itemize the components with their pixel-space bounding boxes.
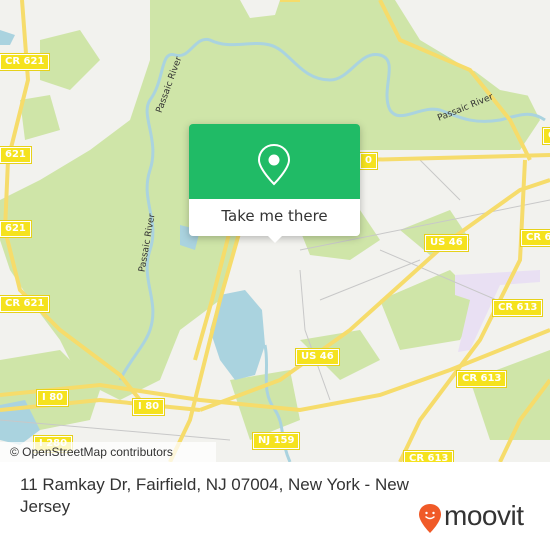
road-shield: I 80 — [131, 398, 166, 416]
road-shield: CR 613 — [455, 370, 508, 388]
moovit-pin-icon — [419, 504, 441, 533]
take-me-there-button[interactable]: Take me there — [189, 199, 360, 236]
road-shield: CR 621 — [0, 53, 51, 71]
address-text: 11 Ramkay Dr, Fairfield, NJ 07004, New Y… — [20, 475, 409, 516]
lake — [0, 30, 15, 45]
road-shield: 621 — [0, 220, 32, 238]
popup-pointer — [267, 235, 283, 243]
map-attribution[interactable]: © OpenStreetMap contributors — [0, 442, 216, 462]
road-shield: CR 613 — [491, 299, 544, 317]
road-shield: CR 6 — [519, 229, 550, 247]
road-shield: NJ 159 — [251, 432, 301, 450]
map[interactable]: CR 621 621 621 CR 621 I 80 I 80 US 46 US… — [0, 0, 550, 462]
road-shield: CR 6 — [541, 127, 550, 145]
road-shield: CR 621 — [0, 295, 51, 313]
road-shield: US 46 — [295, 348, 340, 366]
road-shield: 621 — [0, 146, 32, 164]
location-popup: Take me there — [189, 124, 360, 243]
road-shield: I 80 — [35, 389, 70, 407]
location-pin-icon — [257, 143, 291, 186]
moovit-logo[interactable]: moovit — [418, 500, 538, 533]
road-shield: CR 613 — [402, 450, 455, 462]
road-shield: 0 — [359, 152, 378, 170]
road-shield: US 46 — [424, 234, 469, 252]
moovit-wordmark: moovit — [444, 500, 524, 531]
park-area — [20, 95, 60, 140]
popup-header — [189, 124, 360, 199]
